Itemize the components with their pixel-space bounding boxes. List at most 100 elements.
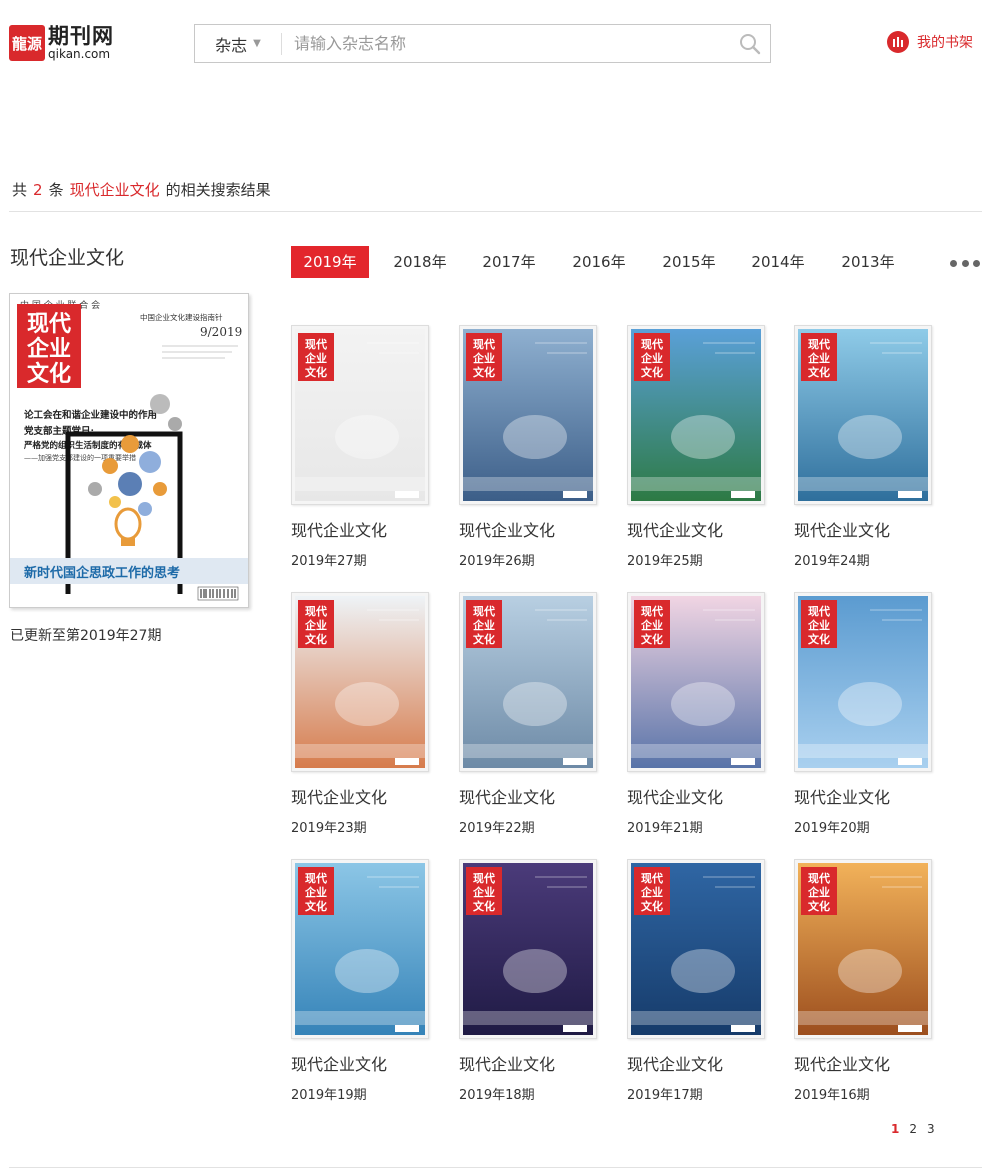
issue-cover[interactable]: 现代 企业 文化 [291,859,429,1039]
issue-card[interactable]: 现代 企业 文化 现代企业文化 2019年16期 [794,859,944,1103]
issue-cover[interactable]: 现代 企业 文化 [794,325,932,505]
issue-cover[interactable]: 现代 企业 文化 [291,592,429,772]
svg-text:企业: 企业 [807,618,830,632]
page-link-2[interactable]: 2 [909,1122,917,1136]
issue-name[interactable]: 现代企业文化 [627,517,777,541]
issue-cover[interactable]: 现代 企业 文化 [627,592,765,772]
issue-cover-art: 现代企业文化 [463,863,593,1035]
site-logo[interactable]: 龍源 期刊网 qikan.com [9,24,121,62]
svg-text:企业: 企业 [807,885,830,899]
page-link-3[interactable]: 3 [927,1122,935,1136]
issue-name[interactable]: 现代企业文化 [459,784,609,808]
more-years-icon[interactable] [950,253,980,273]
pagination: 123 [891,1122,945,1136]
svg-text:现代: 现代 [473,871,495,885]
svg-text:企业: 企业 [304,885,327,899]
issue-cover-art: 现代企业文化 [631,596,761,768]
issue-name[interactable]: 现代企业文化 [627,1051,777,1075]
svg-text:企业: 企业 [640,885,663,899]
magazine-title[interactable]: 现代企业文化 [10,243,124,270]
issue-card[interactable]: 现代 企业 文化 现代企业文化 2019年20期 [794,592,944,836]
svg-text:现代: 现代 [305,337,327,351]
issue-cover-art: 现代企业文化 [463,329,593,501]
svg-text:现代: 现代 [305,604,327,618]
issue-name[interactable]: 现代企业文化 [794,1051,944,1075]
page-link-1[interactable]: 1 [891,1122,899,1136]
svg-text:现代: 现代 [641,337,663,351]
issue-cover[interactable]: 现代 企业 文化 [627,859,765,1039]
search-button[interactable] [730,25,770,62]
issue-date: 2019年26期 [459,554,535,569]
svg-text:企业: 企业 [472,885,495,899]
issue-card[interactable]: 现代 企业 文化 现代企业文化 2019年22期 [459,592,609,836]
year-tab-2017[interactable]: 2017年 [470,246,548,278]
svg-text:文化: 文化 [473,899,495,913]
search-bar: 杂志 ▼ [194,24,771,63]
year-tab-2019[interactable]: 2019年 [291,246,369,278]
issue-cover[interactable]: 现代 企业 文化 [627,325,765,505]
svg-text:现代: 现代 [641,871,663,885]
search-category-label: 杂志 [215,35,248,55]
issue-cover[interactable]: 现代 企业 文化 [459,325,597,505]
issue-card[interactable]: 现代 企业 文化 现代企业文化 2019年19期 [291,859,441,1103]
issue-cover[interactable]: 现代 企业 文化 [794,592,932,772]
result-unit: 条 [48,181,64,199]
issue-cover[interactable]: 现代 企业 文化 [291,325,429,505]
issue-name[interactable]: 现代企业文化 [794,517,944,541]
svg-text:文化: 文化 [808,365,830,379]
issue-cover[interactable]: 现代 企业 文化 [459,859,597,1039]
issue-name[interactable]: 现代企业文化 [459,1051,609,1075]
year-tab-2013[interactable]: 2013年 [829,246,907,278]
result-keyword[interactable]: 现代企业文化 [70,181,160,199]
year-tab-2018[interactable]: 2018年 [381,246,459,278]
search-input[interactable] [282,25,730,62]
issue-name[interactable]: 现代企业文化 [627,784,777,808]
result-prefix: 共 [12,181,28,199]
svg-text:文化: 文化 [305,632,327,646]
bookshelf-icon [887,31,909,53]
year-tab-2016[interactable]: 2016年 [560,246,638,278]
search-category-select[interactable]: 杂志 ▼ [195,25,281,62]
issue-date: 2019年23期 [291,821,367,836]
issue-card[interactable]: 现代 企业 文化 现代企业文化 2019年27期 [291,325,441,569]
issue-cover-art: 现代企业文化 [295,596,425,768]
cover-logo-line3: 文化 [27,361,71,387]
svg-text:企业: 企业 [472,351,495,365]
issue-name[interactable]: 现代企业文化 [459,517,609,541]
my-bookshelf-link[interactable]: 我的书架 [887,31,973,53]
issue-cover[interactable]: 现代 企业 文化 [459,592,597,772]
issue-card[interactable]: 现代 企业 文化 现代企业文化 2019年24期 [794,325,944,569]
issue-cover[interactable]: 现代 企业 文化 [794,859,932,1039]
issue-date: 2019年24期 [794,554,870,569]
result-count: 2 [33,181,43,199]
issue-name[interactable]: 现代企业文化 [291,784,441,808]
update-status: 已更新至第2019年27期 [10,628,162,644]
svg-text:文化: 文化 [808,899,830,913]
svg-text:现代: 现代 [473,337,495,351]
bookshelf-label: 我的书架 [917,35,973,51]
svg-text:文化: 文化 [305,899,327,913]
svg-text:企业: 企业 [640,618,663,632]
issue-name[interactable]: 现代企业文化 [291,517,441,541]
cover-logo-line1: 现代 [27,312,71,337]
issue-card[interactable]: 现代 企业 文化 现代企业文化 2019年17期 [627,859,777,1103]
cover-masthead: 中国企业文化建设指南针 [140,312,223,322]
issue-name[interactable]: 现代企业文化 [794,784,944,808]
svg-text:文化: 文化 [473,632,495,646]
main-cover-art: 中 国 企 业 联 合 会 中国企业文化建设指南针 现代 企业 文化 9/201… [10,294,248,607]
issue-card[interactable]: 现代 企业 文化 现代企业文化 2019年26期 [459,325,609,569]
issue-name[interactable]: 现代企业文化 [291,1051,441,1075]
magazine-main-cover[interactable]: 中 国 企 业 联 合 会 中国企业文化建设指南针 现代 企业 文化 9/201… [9,293,249,608]
result-suffix: 的相关搜索结果 [165,181,271,199]
year-tab-2015[interactable]: 2015年 [650,246,728,278]
issue-card[interactable]: 现代 企业 文化 现代企业文化 2019年21期 [627,592,777,836]
issue-cover-art: 现代企业文化 [463,596,593,768]
issue-card[interactable]: 现代 企业 文化 现代企业文化 2019年23期 [291,592,441,836]
issue-date: 2019年16期 [794,1088,870,1103]
svg-text:文化: 文化 [641,632,663,646]
year-tab-2014[interactable]: 2014年 [739,246,817,278]
issue-card[interactable]: 现代 企业 文化 现代企业文化 2019年25期 [627,325,777,569]
issue-card[interactable]: 现代 企业 文化 现代企业文化 2019年18期 [459,859,609,1103]
svg-text:文化: 文化 [808,632,830,646]
issue-cover-art: 现代企业文化 [295,329,425,501]
